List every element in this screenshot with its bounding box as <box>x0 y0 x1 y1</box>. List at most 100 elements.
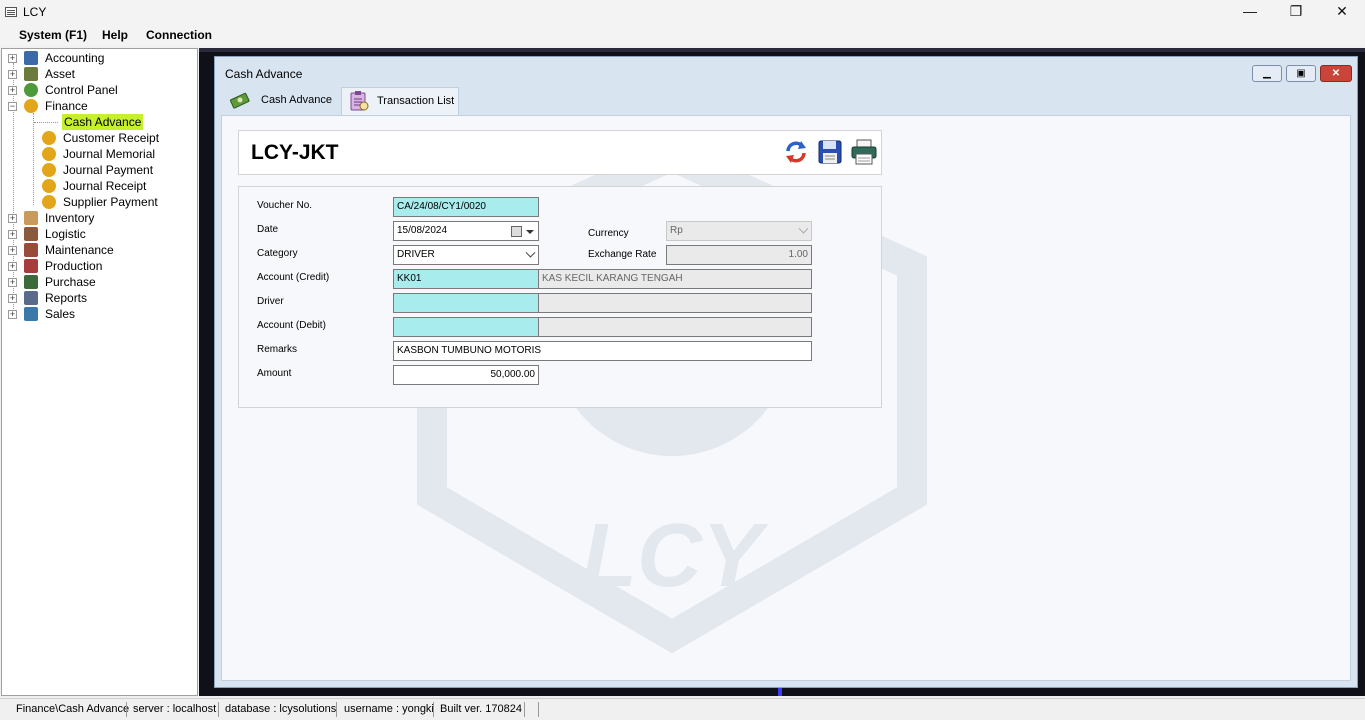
expand-icon[interactable]: + <box>8 230 17 239</box>
tree-item-sales[interactable]: + Sales <box>8 306 188 322</box>
menu-connection[interactable]: Connection <box>146 28 212 42</box>
account-credit-label: Account (Credit) <box>257 272 330 283</box>
app-icon <box>5 7 17 17</box>
dropdown-arrow-icon[interactable] <box>526 230 534 234</box>
tree-item-finance[interactable]: − Finance <box>8 98 188 114</box>
expand-icon[interactable]: + <box>8 310 17 319</box>
tree-item-reports[interactable]: + Reports <box>8 290 188 306</box>
tree-item-supplier-payment[interactable]: Supplier Payment <box>42 194 192 210</box>
app-title: LCY <box>23 5 47 19</box>
menu-system[interactable]: System (F1) <box>19 28 87 42</box>
tree-item-customer-receipt[interactable]: Customer Receipt <box>42 130 192 146</box>
tree-item-maintenance[interactable]: + Maintenance <box>8 242 188 258</box>
money-bag-icon <box>42 131 56 145</box>
category-select[interactable]: DRIVER <box>393 245 539 265</box>
amount-field[interactable]: 50,000.00 <box>393 365 539 385</box>
tree-item-label: Control Panel <box>45 83 118 97</box>
child-minimize-button[interactable]: ▁ <box>1252 65 1282 82</box>
tree-item-label: Journal Memorial <box>63 147 156 161</box>
status-separator <box>538 702 539 717</box>
logistic-icon <box>24 227 38 241</box>
expand-icon[interactable]: + <box>8 278 17 287</box>
save-icon[interactable] <box>816 138 844 166</box>
voucher-field[interactable]: CA/24/08/CY1/0020 <box>393 197 539 217</box>
production-icon <box>24 259 38 273</box>
date-value: 15/08/2024 <box>397 225 448 236</box>
tab-strip: Cash Advance Transaction List <box>221 87 1351 115</box>
remarks-field[interactable]: KASBON TUMBUNO MOTORIS <box>393 341 812 361</box>
tree-line <box>34 122 58 123</box>
cash-icon <box>229 92 250 109</box>
tree-item-label: Supplier Payment <box>63 195 158 209</box>
expand-icon[interactable]: + <box>8 70 17 79</box>
date-picker[interactable]: 15/08/2024 <box>393 221 539 241</box>
tree-item-label: Finance <box>45 99 88 113</box>
tree-item-journal-payment[interactable]: Journal Payment <box>42 162 192 178</box>
tree-item-accounting[interactable]: + Accounting <box>8 50 188 66</box>
close-button[interactable]: ✕ <box>1319 0 1365 24</box>
tree-item-label: Production <box>45 259 103 273</box>
expand-icon[interactable]: + <box>8 214 17 223</box>
tree-item-inventory[interactable]: + Inventory <box>8 210 188 226</box>
tree-item-label: Cash Advance <box>62 114 144 130</box>
money-bag-icon <box>42 179 56 193</box>
tree-item-asset[interactable]: + Asset <box>8 66 188 82</box>
status-separator <box>218 702 219 717</box>
refresh-icon[interactable] <box>782 138 810 166</box>
account-debit-name-field <box>538 317 812 337</box>
status-bar: Finance\Cash Advance server : localhost … <box>0 698 1365 720</box>
tree-item-label: Inventory <box>45 211 95 225</box>
status-username: username : yongki <box>344 703 434 715</box>
tree-item-production[interactable]: + Production <box>8 258 188 274</box>
tab-cash-advance[interactable]: Cash Advance <box>227 87 335 115</box>
account-credit-code-field[interactable]: KK01 <box>393 269 539 289</box>
tree-item-label: Journal Payment <box>63 163 154 177</box>
currency-label: Currency <box>588 228 629 239</box>
expand-icon[interactable]: + <box>8 262 17 271</box>
category-value: DRIVER <box>397 249 435 260</box>
tab-transaction-list[interactable]: Transaction List <box>341 87 459 115</box>
printer-icon[interactable] <box>850 138 878 166</box>
driver-label: Driver <box>257 296 284 307</box>
maintenance-icon <box>24 243 38 257</box>
restore-button[interactable]: ❐ <box>1273 0 1319 24</box>
menu-help[interactable]: Help <box>102 28 128 42</box>
status-separator <box>433 702 434 717</box>
tree-item-control-panel[interactable]: + Control Panel <box>8 82 188 98</box>
calendar-icon[interactable] <box>511 226 522 237</box>
child-close-button[interactable]: ✕ <box>1320 65 1352 82</box>
accounting-icon <box>24 51 38 65</box>
tree-item-label: Customer Receipt <box>63 131 160 145</box>
expand-icon[interactable]: + <box>8 54 17 63</box>
status-path: Finance\Cash Advance <box>16 703 130 715</box>
chevron-down-icon <box>798 223 809 234</box>
currency-select[interactable]: Rp <box>666 221 812 241</box>
collapse-icon[interactable]: − <box>8 102 17 111</box>
title-bar: LCY — ❐ ✕ <box>0 0 1365 24</box>
sales-icon <box>24 307 38 321</box>
tree-item-journal-receipt[interactable]: Journal Receipt <box>42 178 192 194</box>
currency-value: Rp <box>670 225 683 236</box>
expand-icon[interactable]: + <box>8 86 17 95</box>
form-panel: Voucher No. CA/24/08/CY1/0020 Date 15/08… <box>238 186 882 408</box>
tree-item-label: Journal Receipt <box>63 179 147 193</box>
tree-item-purchase[interactable]: + Purchase <box>8 274 188 290</box>
tree-item-label: Purchase <box>45 275 96 289</box>
expand-icon[interactable]: + <box>8 246 17 255</box>
minimize-button[interactable]: — <box>1227 0 1273 24</box>
expand-icon[interactable]: + <box>8 294 17 303</box>
tree-item-logistic[interactable]: + Logistic <box>8 226 188 242</box>
child-restore-button[interactable]: ▣ <box>1286 65 1316 82</box>
tree-item-cash-advance[interactable]: Cash Advance <box>62 114 192 130</box>
tab-label: Transaction List <box>377 95 455 107</box>
account-debit-code-field[interactable] <box>393 317 539 337</box>
driver-name-field <box>538 293 812 313</box>
status-separator <box>336 702 337 717</box>
asset-icon <box>24 67 38 81</box>
mdi-marker <box>778 688 782 696</box>
account-debit-label: Account (Debit) <box>257 320 326 331</box>
category-label: Category <box>257 248 298 259</box>
chevron-down-icon <box>525 247 536 258</box>
tree-item-journal-memorial[interactable]: Journal Memorial <box>42 146 192 162</box>
driver-code-field[interactable] <box>393 293 539 313</box>
